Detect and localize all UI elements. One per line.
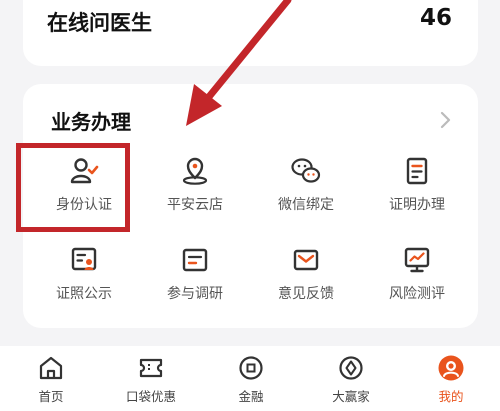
business-item-label: 风险测评 bbox=[389, 286, 445, 302]
chevron-right-icon[interactable] bbox=[433, 108, 457, 132]
home-icon bbox=[39, 356, 63, 380]
tab-mine[interactable]: 我的 bbox=[411, 354, 491, 405]
tab-label: 金融 bbox=[238, 389, 264, 404]
tab-pocket-deals[interactable]: 口袋优惠 bbox=[111, 354, 191, 405]
tab-label: 首页 bbox=[38, 389, 64, 404]
coupon-icon bbox=[139, 358, 163, 378]
business-item-wechat-bind[interactable]: 微信绑定 bbox=[256, 156, 356, 214]
survey-icon bbox=[182, 248, 208, 272]
coin-icon bbox=[239, 356, 263, 380]
business-item-label: 微信绑定 bbox=[278, 197, 334, 213]
tab-finance[interactable]: 金融 bbox=[211, 354, 291, 405]
bottom-tab-bar: 首页 口袋优惠 金融 大赢家 我的 bbox=[0, 346, 500, 411]
location-pin-icon bbox=[182, 157, 208, 185]
business-item-cloud-store[interactable]: 平安云店 bbox=[145, 156, 245, 214]
monitor-chart-icon bbox=[404, 247, 430, 273]
business-item-label: 证明办理 bbox=[389, 197, 445, 213]
tab-label: 口袋优惠 bbox=[125, 389, 176, 404]
business-item-label: 平安云店 bbox=[167, 197, 223, 213]
online-doctor-count: 46 bbox=[419, 5, 452, 31]
business-item-license[interactable]: 证照公示 bbox=[34, 245, 134, 303]
online-doctor-label: 在线问医生 bbox=[47, 11, 152, 35]
highlight-box bbox=[16, 143, 130, 232]
business-item-survey[interactable]: 参与调研 bbox=[145, 245, 245, 303]
tab-label: 我的 bbox=[438, 389, 464, 404]
tab-label: 大赢家 bbox=[332, 389, 370, 404]
business-item-feedback[interactable]: 意见反馈 bbox=[256, 245, 356, 303]
envelope-icon bbox=[293, 249, 319, 271]
wechat-icon bbox=[291, 158, 321, 183]
compass-icon bbox=[339, 356, 363, 380]
profile-icon bbox=[438, 355, 464, 381]
business-item-risk-assessment[interactable]: 风险测评 bbox=[367, 245, 467, 303]
business-item-label: 证照公示 bbox=[56, 286, 112, 302]
tab-home[interactable]: 首页 bbox=[11, 354, 91, 405]
tab-big-winner[interactable]: 大赢家 bbox=[311, 354, 391, 405]
document-icon bbox=[406, 157, 428, 185]
business-item-label: 参与调研 bbox=[167, 286, 223, 302]
business-title: 业务办理 bbox=[51, 110, 131, 134]
online-doctor-card[interactable]: 在线问医生 46 bbox=[23, 0, 478, 66]
license-icon bbox=[71, 247, 97, 271]
business-item-certificate[interactable]: 证明办理 bbox=[367, 156, 467, 214]
business-item-label: 意见反馈 bbox=[278, 286, 334, 302]
